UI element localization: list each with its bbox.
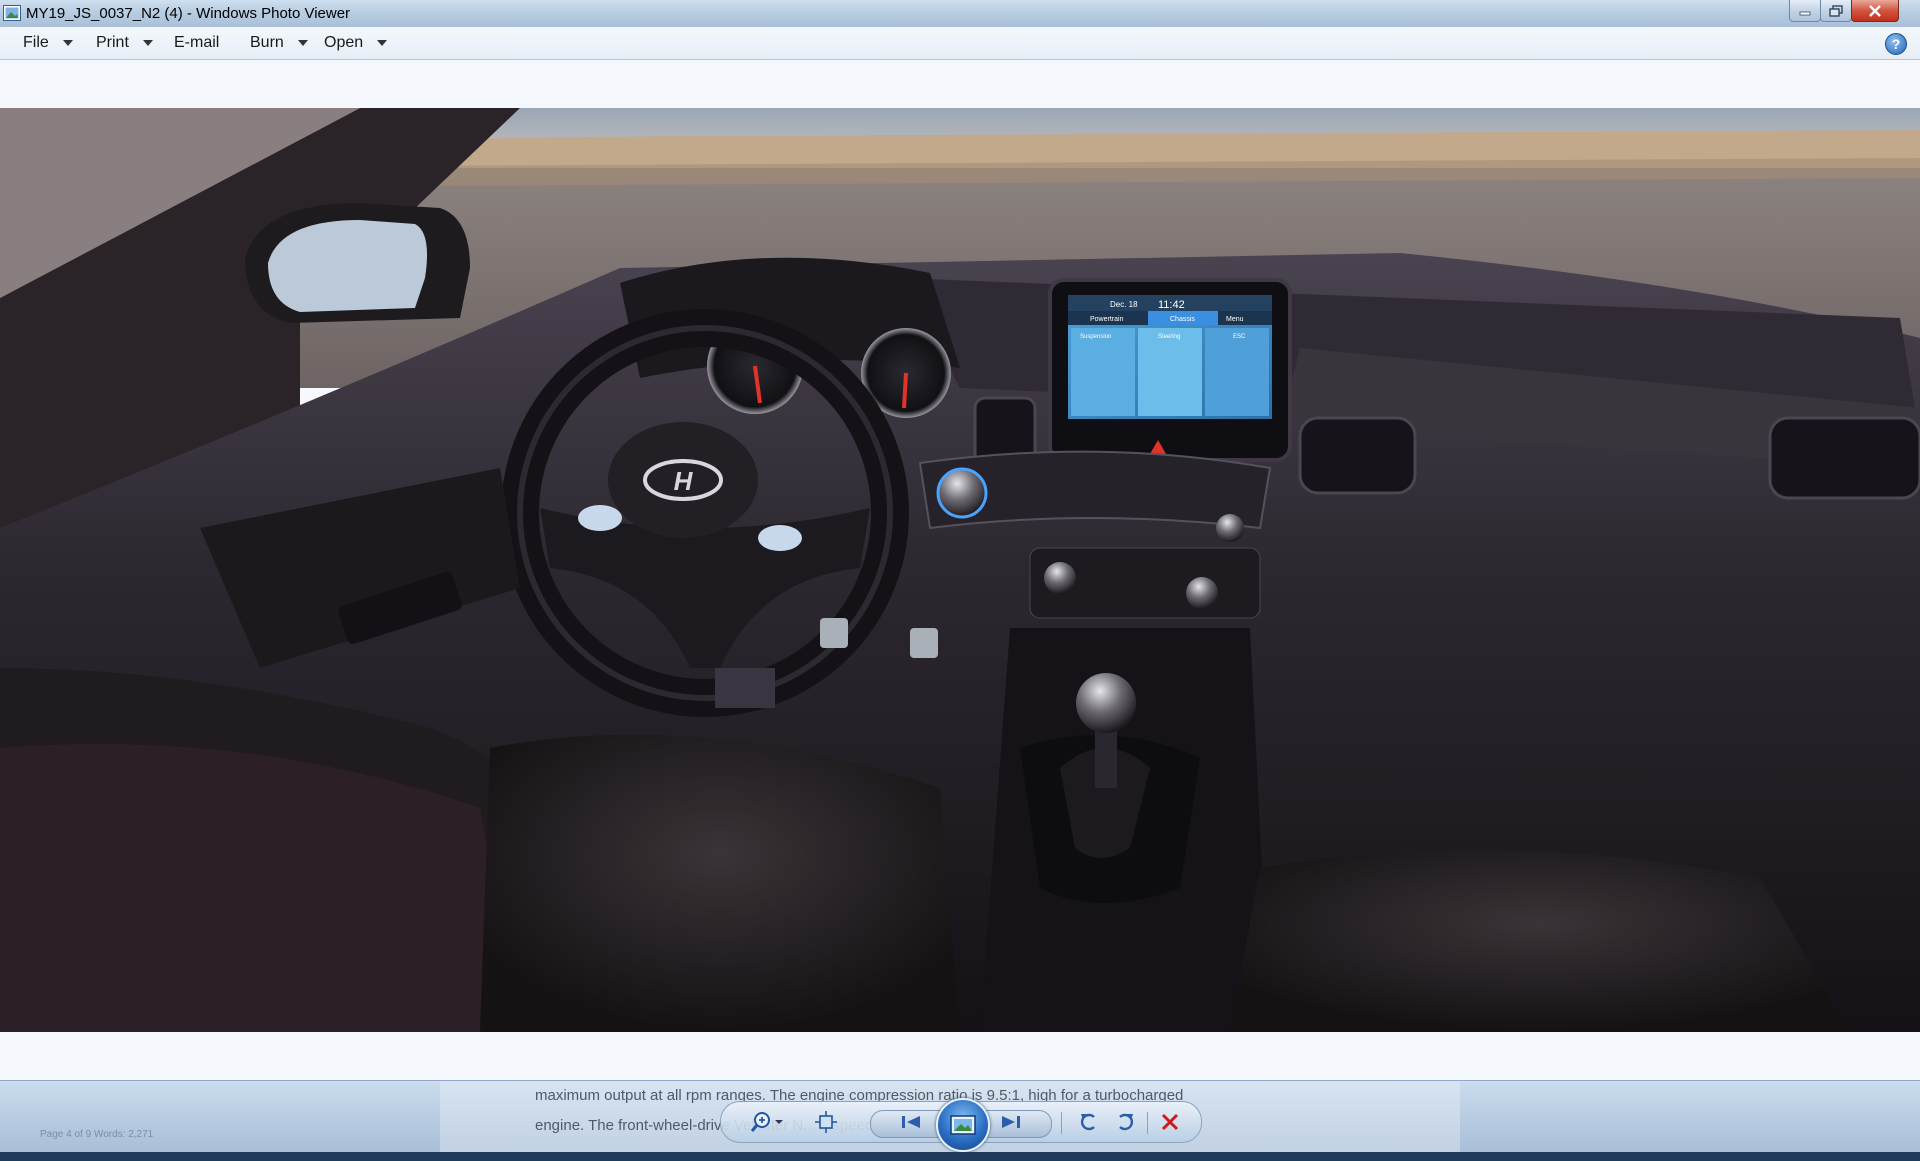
zoom-icon (751, 1112, 783, 1132)
close-icon (1869, 4, 1881, 17)
menu-file-label: File (23, 34, 49, 51)
menu-burn[interactable]: Burn (250, 34, 308, 52)
zoom-button[interactable] (749, 1110, 789, 1134)
menu-open[interactable]: Open (324, 34, 388, 52)
maximize-icon (1829, 4, 1843, 17)
fit-to-window-button[interactable] (811, 1110, 841, 1134)
windows-taskbar[interactable] (0, 1152, 1920, 1161)
car-interior-photo[interactable]: H Dec. 18 11:42 Powertrain Chassis Menu … (0, 108, 1920, 1032)
screen-tab-powertrain: Powertrain (1090, 316, 1124, 323)
help-icon: ? (1891, 36, 1901, 52)
rotate-counterclockwise-button[interactable] (1073, 1110, 1105, 1134)
screen-menu: Menu (1226, 316, 1244, 323)
screen-panel-esc: ESC (1233, 334, 1246, 340)
rotate-clockwise-button[interactable] (1109, 1110, 1141, 1134)
rotate-counterclockwise-icon (1080, 1113, 1095, 1131)
next-button[interactable] (991, 1110, 1031, 1134)
previous-button[interactable] (891, 1110, 931, 1134)
screen-time: 11:42 (1158, 299, 1185, 311)
chevron-down-icon (377, 40, 388, 46)
slideshow-icon (950, 1115, 976, 1135)
fit-to-window-icon (815, 1111, 837, 1133)
photo-viewer-icon (3, 5, 21, 21)
menu-burn-label: Burn (250, 34, 284, 51)
menu-bar: File Print E-mail Burn Open (0, 27, 1920, 60)
menu-print-label: Print (96, 34, 129, 51)
screen-tab-chassis: Chassis (1170, 316, 1195, 323)
minimize-icon (1799, 11, 1811, 15)
window-title: MY19_JS_0037_N2 (4) - Windows Photo View… (26, 5, 351, 22)
svg-text:H: H (674, 466, 694, 496)
screen-panel-steering: Steering (1158, 334, 1180, 340)
delete-icon (1161, 1113, 1179, 1131)
menu-email[interactable]: E-mail (174, 34, 219, 52)
bottom-toolbar: maximum output at all rpm ranges. The en… (0, 1080, 1920, 1153)
delete-button[interactable] (1153, 1110, 1187, 1134)
slideshow-button[interactable] (936, 1098, 990, 1152)
menu-open-label: Open (324, 34, 364, 51)
maximize-button[interactable] (1820, 0, 1852, 22)
help-button[interactable]: ? (1885, 33, 1907, 55)
navigation-controls (720, 1098, 1202, 1152)
screen-date: Dec. 18 (1110, 300, 1138, 309)
menu-email-label: E-mail (174, 34, 220, 51)
next-icon (1002, 1116, 1020, 1128)
photo-canvas: H Dec. 18 11:42 Powertrain Chassis Menu … (0, 108, 1920, 1032)
menu-print[interactable]: Print (96, 34, 153, 52)
minimize-button[interactable] (1789, 0, 1821, 22)
rotate-clockwise-icon (1119, 1113, 1134, 1131)
chevron-down-icon (142, 40, 153, 46)
separator (1061, 1112, 1062, 1134)
screen-panel-suspension: Suspension (1080, 334, 1111, 340)
chevron-down-icon (297, 40, 308, 46)
separator (1147, 1112, 1148, 1134)
chevron-down-icon (62, 40, 73, 46)
previous-icon (902, 1116, 920, 1128)
menu-file[interactable]: File (23, 34, 73, 52)
background-status-text: Page 4 of 9 Words: 2,271 (40, 1129, 154, 1140)
title-bar[interactable]: MY19_JS_0037_N2 (4) - Windows Photo View… (0, 0, 1920, 28)
close-button[interactable] (1851, 0, 1899, 22)
